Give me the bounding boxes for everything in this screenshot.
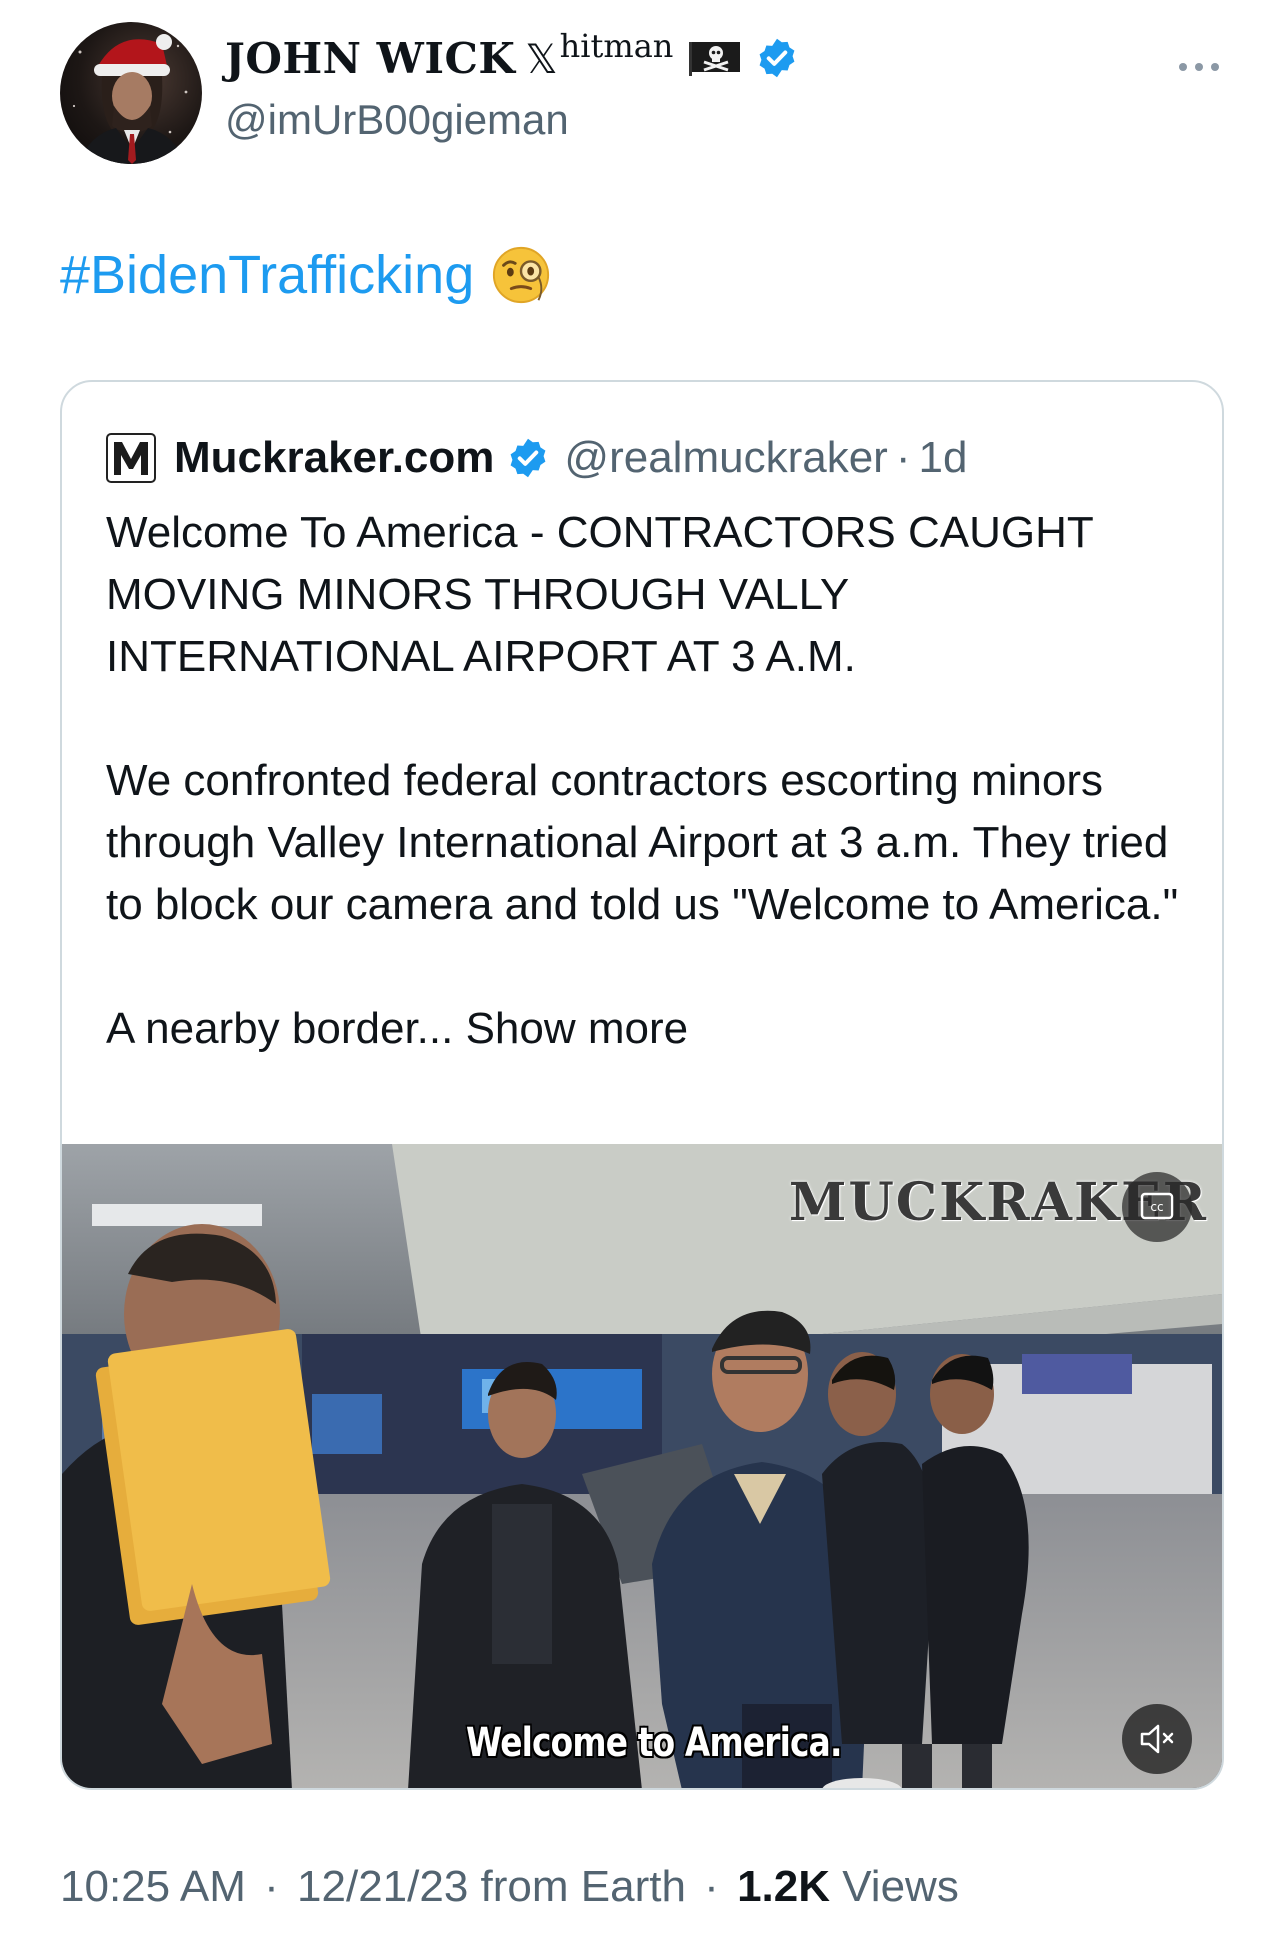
svg-text:cc: cc xyxy=(1150,1200,1163,1214)
closed-captions-button[interactable]: cc xyxy=(1122,1172,1192,1242)
speaker-muted-icon xyxy=(1140,1724,1174,1754)
quoted-paragraph-headline: Welcome To America - CONTRACTORS CAUGHT … xyxy=(106,508,1093,681)
avatar[interactable] xyxy=(60,22,202,164)
video-player[interactable]: MUCKRAKER cc Welcome to America. xyxy=(62,1144,1222,1788)
separator-dot: · xyxy=(264,1862,279,1911)
quoted-paragraph-description: We confronted federal contractors escort… xyxy=(106,756,1179,929)
quoted-tweet-header: Muckraker.com @realmuckraker · 1d xyxy=(106,428,967,488)
quoted-author-handle[interactable]: @realmuckraker xyxy=(564,433,887,483)
quoted-tweet-body: Welcome To America - CONTRACTORS CAUGHT … xyxy=(106,502,1186,1060)
muckraker-logo-icon[interactable] xyxy=(106,433,156,483)
face-with-monocle-icon xyxy=(493,246,550,304)
post-location: from Earth xyxy=(480,1862,686,1911)
post-time[interactable]: 10:25 AM xyxy=(60,1862,246,1911)
closed-captions-icon: cc xyxy=(1140,1192,1174,1220)
show-more-link[interactable]: Show more xyxy=(466,1004,689,1053)
quoted-tweet-time[interactable]: 1d xyxy=(918,433,967,483)
display-name-superscript: hitman xyxy=(559,27,674,65)
separator-dot: · xyxy=(704,1862,719,1911)
display-name[interactable]: JOHN WICK xyxy=(225,34,515,83)
verified-badge-icon xyxy=(510,438,546,478)
separator-dot: · xyxy=(895,433,911,482)
display-name-row: JOHN WICK 𝕏 hitman xyxy=(225,27,799,88)
verified-badge-icon xyxy=(759,38,795,78)
video-frame xyxy=(62,1144,1222,1788)
hashtag-link[interactable]: #BidenTrafficking xyxy=(60,244,474,306)
quoted-tweet-card[interactable]: Muckraker.com @realmuckraker · 1d Welcom… xyxy=(60,380,1224,1790)
author-names: JOHN WICK 𝕏 hitman @imUrB00gieman xyxy=(225,27,799,144)
pirate-flag-icon xyxy=(689,42,741,76)
tweet-header: JOHN WICK 𝕏 hitman @imUrB00gieman xyxy=(60,22,1224,164)
tweet-metadata: 10:25 AM · 12/21/23 from Earth · 1.2K Vi… xyxy=(60,1862,959,1912)
tweet-text: #BidenTrafficking xyxy=(60,244,552,306)
quoted-paragraph-truncated: A nearby border... Show more xyxy=(106,998,1186,1060)
post-date[interactable]: 12/21/23 xyxy=(297,1862,468,1911)
views-label: Views xyxy=(842,1862,959,1911)
more-options-icon[interactable] xyxy=(1174,52,1224,82)
author-handle[interactable]: @imUrB00gieman xyxy=(225,96,799,144)
quoted-author-name[interactable]: Muckraker.com xyxy=(174,433,494,483)
x-logo-glyph: 𝕏 xyxy=(525,37,558,83)
mute-toggle-button[interactable] xyxy=(1122,1704,1192,1774)
video-caption: Welcome to America. xyxy=(466,1720,842,1766)
truncated-text: A nearby border... xyxy=(106,1004,454,1053)
views-count[interactable]: 1.2K xyxy=(737,1862,830,1911)
